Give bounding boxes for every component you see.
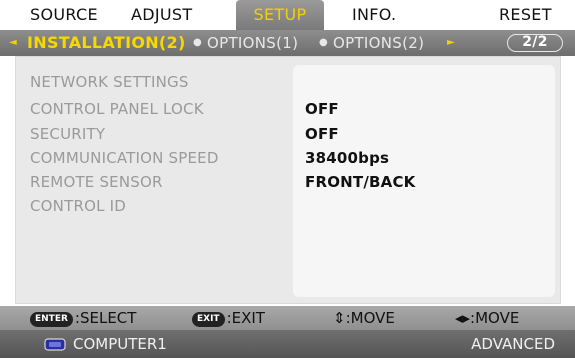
exit-key-icon: EXIT xyxy=(192,312,225,327)
left-arrow-icon[interactable]: ◄ xyxy=(9,30,17,56)
menu-mode-label: ADVANCED xyxy=(471,335,555,353)
status-bar: COMPUTER1 ADVANCED xyxy=(0,330,575,358)
help-exit: EXIT:EXIT xyxy=(192,306,265,330)
help-bar: ENTER:SELECT EXIT:EXIT ⇕:MOVE ◂▸:MOVE xyxy=(0,306,575,330)
help-move-vertical: ⇕:MOVE xyxy=(333,309,395,327)
help-enter-label: :SELECT xyxy=(74,309,137,327)
enter-key-icon: ENTER xyxy=(30,312,73,327)
tab-info[interactable]: INFO. xyxy=(352,0,396,32)
subtab-installation-2[interactable]: INSTALLATION(2) xyxy=(27,30,186,56)
setting-communication-speed[interactable]: COMMUNICATION SPEED xyxy=(30,147,219,169)
tab-source[interactable]: SOURCE xyxy=(30,0,98,32)
sub-tab-bar: ◄ INSTALLATION(2) ● OPTIONS(1) ● OPTIONS… xyxy=(0,30,575,56)
input-source-label: COMPUTER1 xyxy=(73,335,167,353)
setting-value: FRONT/BACK xyxy=(305,173,416,191)
setting-value: 38400bps xyxy=(305,149,390,167)
settings-panel: NETWORK SETTINGS CONTROL PANEL LOCK OFF … xyxy=(15,56,561,304)
setting-network-settings[interactable]: NETWORK SETTINGS xyxy=(30,71,189,93)
subtab-options-1[interactable]: OPTIONS(1) xyxy=(207,30,298,56)
setting-control-panel-lock[interactable]: CONTROL PANEL LOCK xyxy=(30,98,204,120)
setting-value: OFF xyxy=(305,125,339,143)
projector-osd-menu: SOURCE ADJUST SETUP INFO. RESET ◄ INSTAL… xyxy=(0,0,575,358)
computer-icon xyxy=(44,338,66,351)
help-exit-label: :EXIT xyxy=(226,309,265,327)
setting-security[interactable]: SECURITY xyxy=(30,123,105,145)
tab-adjust[interactable]: ADJUST xyxy=(131,0,192,32)
setting-control-id[interactable]: CONTROL ID xyxy=(30,195,126,217)
bullet-icon: ● xyxy=(193,37,203,48)
help-enter-select: ENTER:SELECT xyxy=(30,306,136,330)
subtab-options-2[interactable]: OPTIONS(2) xyxy=(333,30,424,56)
page-indicator-label: 2/2 xyxy=(522,34,548,50)
right-arrow-icon[interactable]: ► xyxy=(447,30,455,56)
setting-remote-sensor[interactable]: REMOTE SENSOR xyxy=(30,171,163,193)
tab-setup[interactable]: SETUP xyxy=(236,0,324,32)
page-indicator: 2/2 xyxy=(507,34,563,52)
main-tab-bar: SOURCE ADJUST SETUP INFO. RESET xyxy=(0,0,575,32)
tab-reset[interactable]: RESET xyxy=(499,0,552,32)
setting-value: OFF xyxy=(305,100,339,118)
bullet-icon: ● xyxy=(319,37,329,48)
help-move-horizontal: ◂▸:MOVE xyxy=(455,309,520,327)
